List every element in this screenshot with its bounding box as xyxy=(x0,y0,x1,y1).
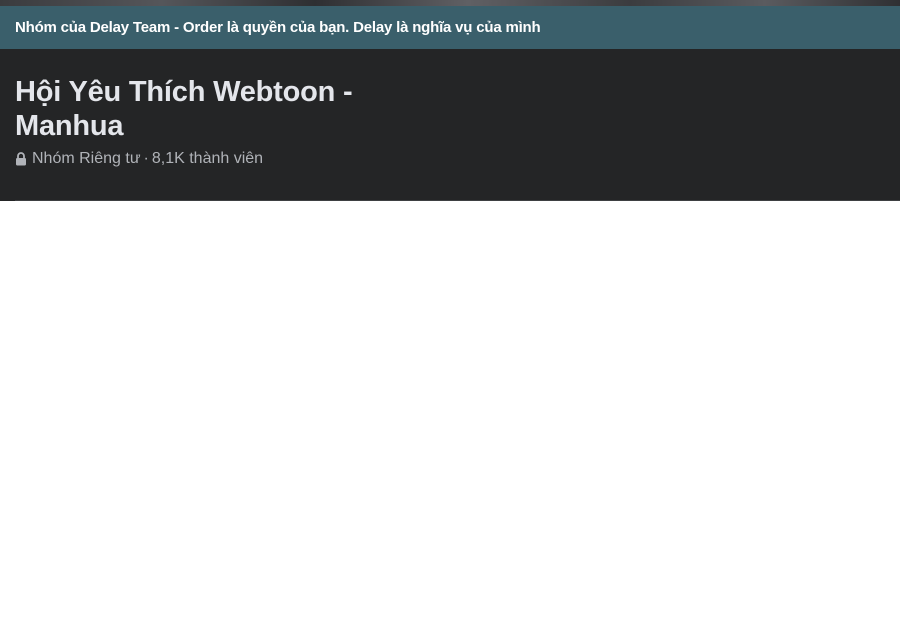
header-divider xyxy=(15,200,900,201)
lock-icon xyxy=(15,152,27,166)
group-title[interactable]: Hội Yêu Thích Webtoon - Manhua xyxy=(15,75,395,143)
group-privacy[interactable]: Nhóm Riêng tư xyxy=(32,150,141,168)
group-banner: Nhóm của Delay Team - Order là quyền của… xyxy=(0,6,900,49)
meta-separator: · xyxy=(143,150,149,167)
group-header: Hội Yêu Thích Webtoon - Manhua Nhóm Riên… xyxy=(0,49,900,201)
group-member-count[interactable]: 8,1K thành viên xyxy=(152,150,263,168)
screenshot: Nhóm của Delay Team - Order là quyền của… xyxy=(0,0,900,633)
banner-text: Nhóm của Delay Team - Order là quyền của… xyxy=(15,19,541,36)
group-meta: Nhóm Riêng tư · 8,1K thành viên xyxy=(15,150,263,168)
